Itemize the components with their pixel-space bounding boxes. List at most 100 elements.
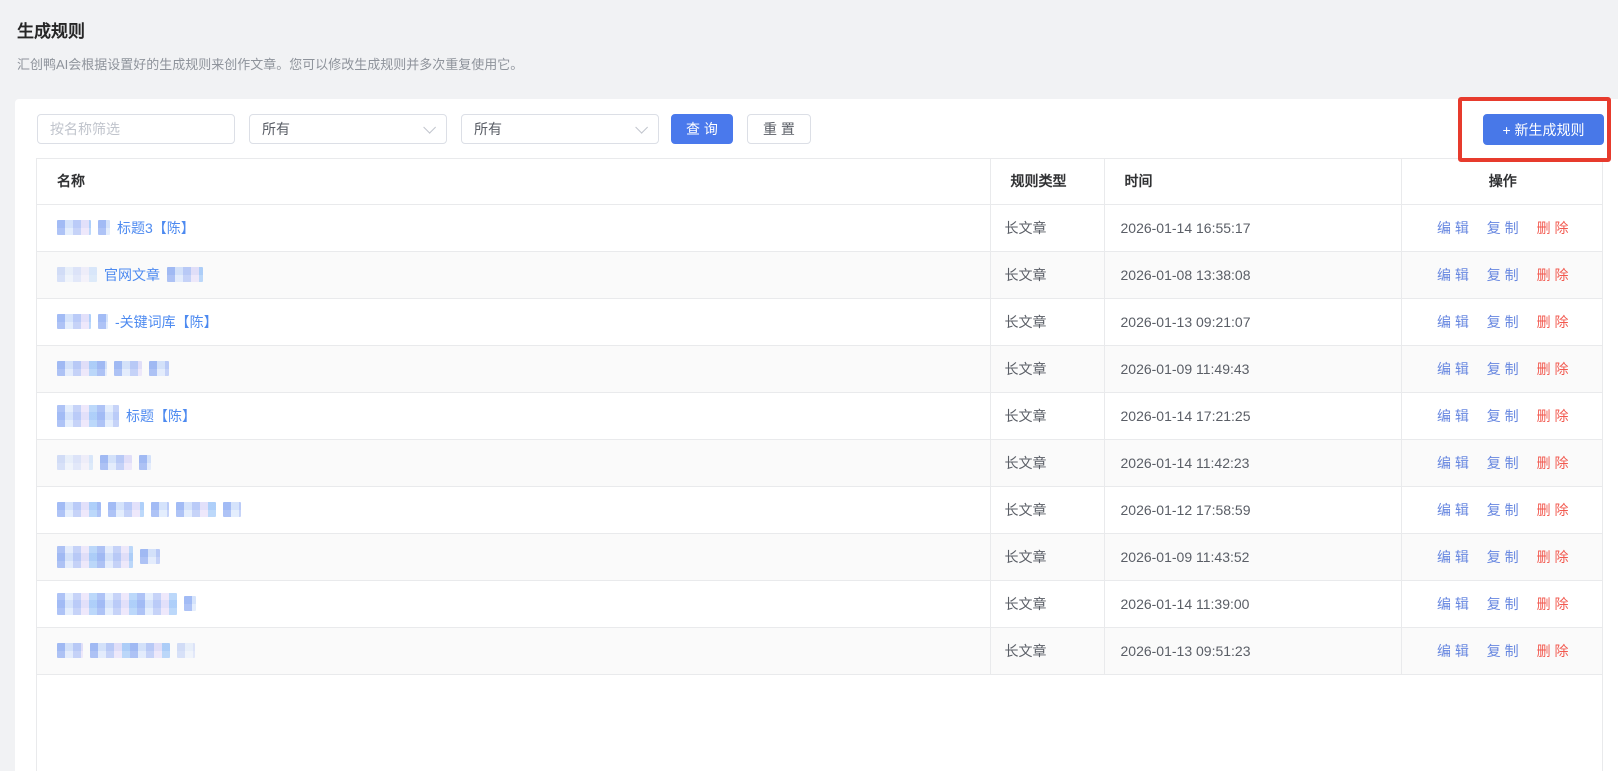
rule-name-link[interactable]: 标题【陈】: [57, 405, 990, 427]
rule-name-text: -关键词库【陈】: [115, 312, 218, 332]
copy-link[interactable]: 复 制: [1487, 220, 1519, 236]
rule-name-link[interactable]: [57, 455, 990, 470]
delete-link[interactable]: 删 除: [1537, 267, 1569, 283]
rule-time: 2026-01-12 17:58:59: [1104, 486, 1401, 533]
rule-name-link[interactable]: [57, 361, 990, 376]
redacted-mosaic: [57, 220, 91, 235]
name-filter-input[interactable]: [37, 114, 235, 144]
rule-name-link[interactable]: [57, 593, 990, 615]
rule-name-link[interactable]: 标题3【陈】: [57, 218, 990, 238]
rule-name-text: 官网文章: [104, 265, 160, 285]
table-row: 长文章 2026-01-14 11:39:00 编 辑 复 制 删 除: [37, 580, 1603, 627]
copy-link[interactable]: 复 制: [1487, 596, 1519, 612]
delete-link[interactable]: 删 除: [1537, 455, 1569, 471]
table-row: -关键词库【陈】 长文章 2026-01-13 09:21:07 编 辑 复 制…: [37, 298, 1603, 345]
delete-link[interactable]: 删 除: [1537, 643, 1569, 659]
page-subtitle: 汇创鸭AI会根据设置好的生成规则来创作文章。您可以修改生成规则并多次重复使用它。: [17, 57, 523, 73]
redacted-mosaic: [98, 220, 110, 235]
redacted-mosaic: [57, 593, 177, 615]
copy-link[interactable]: 复 制: [1487, 408, 1519, 424]
table-header-row: 名称 规则类型 时间 操作: [37, 159, 1603, 204]
rule-name-link[interactable]: 官网文章: [57, 265, 990, 285]
filter-select-1[interactable]: 所有: [249, 114, 447, 144]
redacted-mosaic: [149, 361, 169, 376]
redacted-mosaic: [139, 455, 151, 470]
delete-link[interactable]: 删 除: [1537, 314, 1569, 330]
redacted-mosaic: [140, 549, 160, 564]
rules-table-body: 标题3【陈】 长文章 2026-01-14 16:55:17 编 辑 复 制 删…: [37, 204, 1603, 674]
copy-link[interactable]: 复 制: [1487, 455, 1519, 471]
rule-name-link[interactable]: [57, 643, 990, 658]
rule-name-link[interactable]: [57, 502, 990, 517]
copy-link[interactable]: 复 制: [1487, 643, 1519, 659]
edit-link[interactable]: 编 辑: [1437, 408, 1469, 424]
redacted-mosaic: [57, 314, 91, 329]
rule-type: 长文章: [990, 251, 1104, 298]
redacted-mosaic: [98, 314, 108, 329]
copy-link[interactable]: 复 制: [1487, 267, 1519, 283]
redacted-mosaic: [57, 643, 83, 658]
rule-name-link[interactable]: -关键词库【陈】: [57, 312, 990, 332]
redacted-mosaic: [57, 502, 101, 517]
copy-link[interactable]: 复 制: [1487, 361, 1519, 377]
query-button[interactable]: 查 询: [671, 114, 733, 144]
new-rule-button[interactable]: + 新生成规则: [1483, 114, 1604, 145]
edit-link[interactable]: 编 辑: [1437, 549, 1469, 565]
delete-link[interactable]: 删 除: [1537, 502, 1569, 518]
table-row: 官网文章 长文章 2026-01-08 13:38:08 编 辑 复 制 删 除: [37, 251, 1603, 298]
table-row: 长文章 2026-01-13 09:51:23 编 辑 复 制 删 除: [37, 627, 1603, 674]
redacted-mosaic: [114, 361, 142, 376]
rule-type: 长文章: [990, 533, 1104, 580]
redacted-mosaic: [223, 502, 241, 517]
delete-link[interactable]: 删 除: [1537, 596, 1569, 612]
redacted-mosaic: [108, 502, 144, 517]
page: { "page": { "title": "生成规则", "subtitle":…: [0, 0, 1618, 771]
redacted-mosaic: [177, 643, 195, 658]
redacted-mosaic: [100, 455, 132, 470]
copy-link[interactable]: 复 制: [1487, 314, 1519, 330]
edit-link[interactable]: 编 辑: [1437, 502, 1469, 518]
edit-link[interactable]: 编 辑: [1437, 361, 1469, 377]
rule-type: 长文章: [990, 392, 1104, 439]
filter-select-1-value: 所有: [262, 119, 423, 139]
edit-link[interactable]: 编 辑: [1437, 267, 1469, 283]
edit-link[interactable]: 编 辑: [1437, 220, 1469, 236]
delete-link[interactable]: 删 除: [1537, 549, 1569, 565]
redacted-mosaic: [57, 455, 93, 470]
redacted-mosaic: [57, 267, 97, 282]
copy-link[interactable]: 复 制: [1487, 549, 1519, 565]
edit-link[interactable]: 编 辑: [1437, 596, 1469, 612]
rule-type: 长文章: [990, 298, 1104, 345]
rule-time: 2026-01-14 11:42:23: [1104, 439, 1401, 486]
filter-select-2[interactable]: 所有: [461, 114, 659, 144]
rule-type: 长文章: [990, 439, 1104, 486]
rule-time: 2026-01-09 11:49:43: [1104, 345, 1401, 392]
column-header-name: 名称: [37, 159, 990, 204]
chevron-down-icon: [423, 121, 436, 134]
rule-time: 2026-01-08 13:38:08: [1104, 251, 1401, 298]
edit-link[interactable]: 编 辑: [1437, 314, 1469, 330]
copy-link[interactable]: 复 制: [1487, 502, 1519, 518]
reset-button[interactable]: 重 置: [747, 114, 811, 144]
rule-name-link[interactable]: [57, 546, 990, 568]
rule-type: 长文章: [990, 486, 1104, 533]
redacted-mosaic: [57, 546, 133, 568]
rule-type: 长文章: [990, 345, 1104, 392]
rules-table: 名称 规则类型 时间 操作 标题3【陈】 长文章 2026-01-14 16:5…: [36, 158, 1603, 771]
table-row: 标题【陈】 长文章 2026-01-14 17:21:25 编 辑 复 制 删 …: [37, 392, 1603, 439]
rule-time: 2026-01-14 17:21:25: [1104, 392, 1401, 439]
page-title: 生成规则: [17, 22, 523, 42]
rule-time: 2026-01-13 09:51:23: [1104, 627, 1401, 674]
rule-name-text: 标题【陈】: [126, 406, 196, 426]
delete-link[interactable]: 删 除: [1537, 361, 1569, 377]
delete-link[interactable]: 删 除: [1537, 220, 1569, 236]
column-header-type: 规则类型: [990, 159, 1104, 204]
redacted-mosaic: [57, 405, 119, 427]
edit-link[interactable]: 编 辑: [1437, 455, 1469, 471]
column-header-actions: 操作: [1401, 159, 1603, 204]
rule-time: 2026-01-14 11:39:00: [1104, 580, 1401, 627]
edit-link[interactable]: 编 辑: [1437, 643, 1469, 659]
page-header: 生成规则 汇创鸭AI会根据设置好的生成规则来创作文章。您可以修改生成规则并多次重…: [17, 22, 523, 73]
delete-link[interactable]: 删 除: [1537, 408, 1569, 424]
table-row: 标题3【陈】 长文章 2026-01-14 16:55:17 编 辑 复 制 删…: [37, 204, 1603, 251]
